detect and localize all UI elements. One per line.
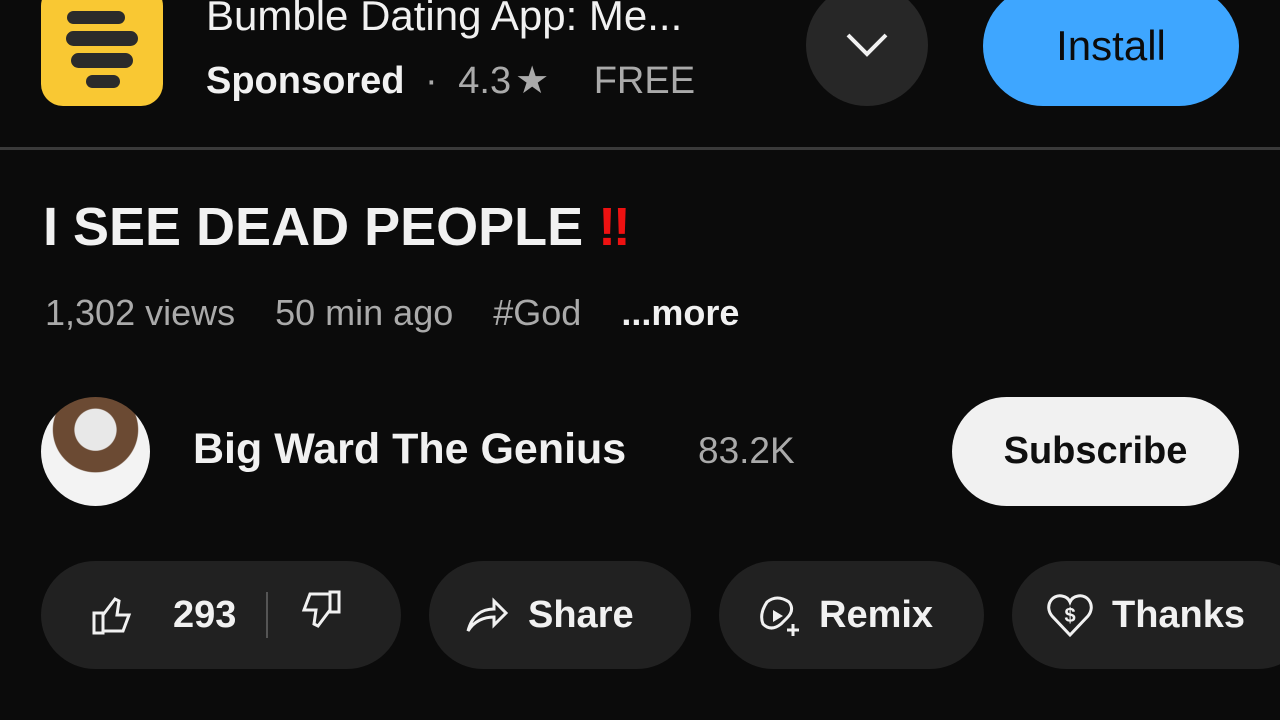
hashtag-link[interactable]: #God [493,292,581,333]
double-exclamation-emoji: ‼ [598,197,631,257]
thumbs-up-icon [92,597,132,635]
ad-rating: 4.3 [458,60,512,102]
share-label: Share [528,593,634,636]
divider [0,147,1280,150]
expand-ad-button[interactable] [806,0,928,106]
chevron-down-icon [846,33,888,57]
sponsored-label: Sponsored [206,60,405,102]
install-button[interactable]: Install [983,0,1239,106]
ad-meta: Sponsored · 4.3 ★ FREE [206,58,695,103]
video-meta[interactable]: 1,302 views 50 min ago #God ...more [45,292,769,334]
separator: · [425,60,438,102]
dislike-button[interactable] [298,588,342,642]
video-title: I SEE DEAD PEOPLE ‼ [43,196,631,258]
heart-dollar-icon: $ [1047,594,1093,638]
remix-button[interactable]: Remix [719,561,984,669]
like-button[interactable]: 293 [41,593,236,637]
subscriber-count: 83.2K [698,430,795,471]
channel-avatar[interactable] [41,397,150,506]
thanks-button[interactable]: $ Thanks [1012,561,1280,669]
share-button[interactable]: Share [429,561,691,669]
like-dislike-group: 293 [41,561,401,669]
ad-title[interactable]: Bumble Dating App: Me... [206,0,682,40]
like-count: 293 [173,593,237,636]
thanks-label: Thanks [1112,593,1246,636]
thumbs-down-icon [302,590,341,628]
star-icon: ★ [515,60,550,102]
video-title-text: I SEE DEAD PEOPLE [43,197,584,257]
view-count: 1,302 views [45,292,236,333]
subscribe-button[interactable]: Subscribe [952,397,1239,506]
remix-label: Remix [819,593,934,636]
upload-age: 50 min ago [275,292,454,333]
more-link[interactable]: ...more [621,292,739,333]
share-arrow-icon [466,597,509,632]
remix-icon [760,596,799,636]
ad-price: FREE [593,60,696,102]
like-divider [266,592,269,638]
bumble-app-icon[interactable] [41,0,163,106]
svg-text:$: $ [1064,605,1075,627]
channel-name[interactable]: Big Ward The Genius [193,425,626,474]
